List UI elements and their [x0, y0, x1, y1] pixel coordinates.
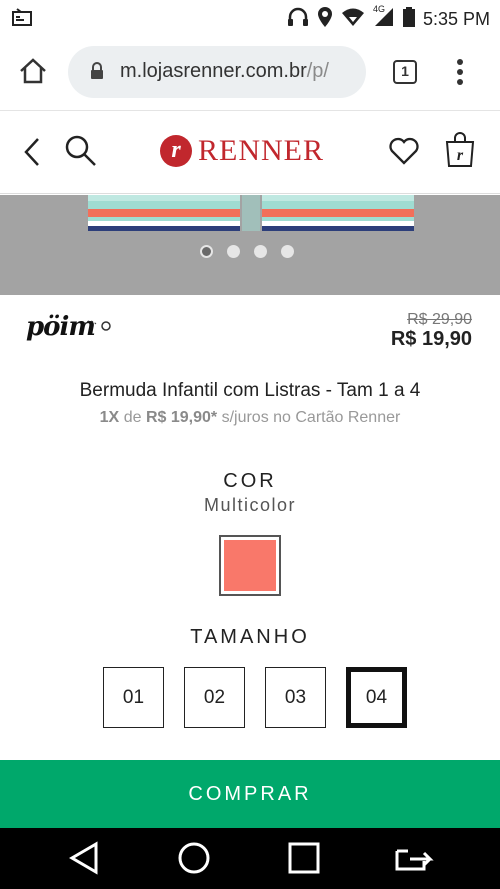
size-options: 01 02 03 04 [103, 667, 407, 728]
buy-button[interactable]: COMPRAR [0, 760, 500, 828]
installment-de: de [123, 409, 142, 426]
carousel-dot[interactable] [281, 245, 294, 258]
nav-back-icon[interactable] [68, 841, 100, 880]
svg-text:r: r [457, 147, 464, 164]
system-nav-bar [0, 828, 500, 889]
search-icon[interactable] [64, 134, 98, 173]
color-swatch-multicolor[interactable] [219, 535, 281, 596]
store-header: r RENNER r [0, 112, 500, 194]
nav-switch-icon[interactable] [394, 841, 434, 880]
size-option-01[interactable]: 01 [103, 667, 164, 728]
brand-decoration [82, 316, 114, 339]
product-image[interactable] [0, 195, 500, 295]
status-bar: 4G 5:35 PM [0, 0, 500, 36]
location-icon [317, 6, 333, 33]
carousel-dot[interactable] [200, 245, 213, 258]
installment-info: 1X de R$ 19,90* s/juros no Cartão Renner [0, 409, 500, 427]
product-photo [88, 195, 414, 231]
carousel-dot[interactable] [227, 245, 240, 258]
address-bar[interactable]: m.lojasrenner.com.br/p/ [68, 46, 366, 98]
size-option-03[interactable]: 03 [265, 667, 326, 728]
bag-icon[interactable]: r [444, 132, 476, 173]
tab-count: 1 [401, 63, 409, 79]
lock-icon [90, 62, 104, 85]
color-value: Multicolor [203, 495, 297, 515]
installment-count: 1X [99, 409, 120, 426]
url-host: m.lojasrenner.com.br [120, 60, 307, 82]
installment-suffix: s/juros no Cartão Renner [221, 409, 401, 426]
home-icon[interactable] [18, 56, 48, 91]
clock: 5:35 PM [422, 9, 490, 29]
size-label: TAMANHO [190, 626, 310, 648]
old-price: R$ 29,90 [407, 311, 472, 328]
signal-icon: 4G [373, 4, 395, 32]
image-carousel-dots [200, 245, 294, 258]
notification-icon [12, 8, 32, 31]
back-icon[interactable] [22, 137, 42, 172]
current-price: R$ 19,90 [390, 328, 472, 350]
heart-icon[interactable] [388, 136, 420, 171]
renner-logo[interactable]: r RENNER [160, 134, 324, 168]
url-path: /p/ [306, 60, 329, 82]
size-option-02[interactable]: 02 [184, 667, 245, 728]
battery-icon [402, 7, 415, 32]
nav-recent-icon[interactable] [288, 842, 320, 879]
wifi-icon [341, 7, 365, 32]
color-label: COR [223, 470, 277, 492]
headphones-icon [287, 7, 309, 32]
swatch-fill [224, 540, 276, 591]
installment-amount: R$ 19,90* [145, 409, 218, 426]
product-title: Bermuda Infantil com Listras - Tam 1 a 4 [79, 380, 421, 401]
menu-icon[interactable] [455, 58, 465, 91]
browser-toolbar: m.lojasrenner.com.br/p/ 1 [0, 36, 500, 111]
url-text: m.lojasrenner.com.br/p/ [120, 60, 360, 83]
size-option-04[interactable]: 04 [346, 667, 407, 728]
tabs-icon[interactable]: 1 [393, 60, 417, 84]
logo-mark: r [160, 135, 192, 167]
nav-home-icon[interactable] [176, 840, 212, 881]
carousel-dot[interactable] [254, 245, 267, 258]
logo-text: RENNER [198, 134, 324, 167]
